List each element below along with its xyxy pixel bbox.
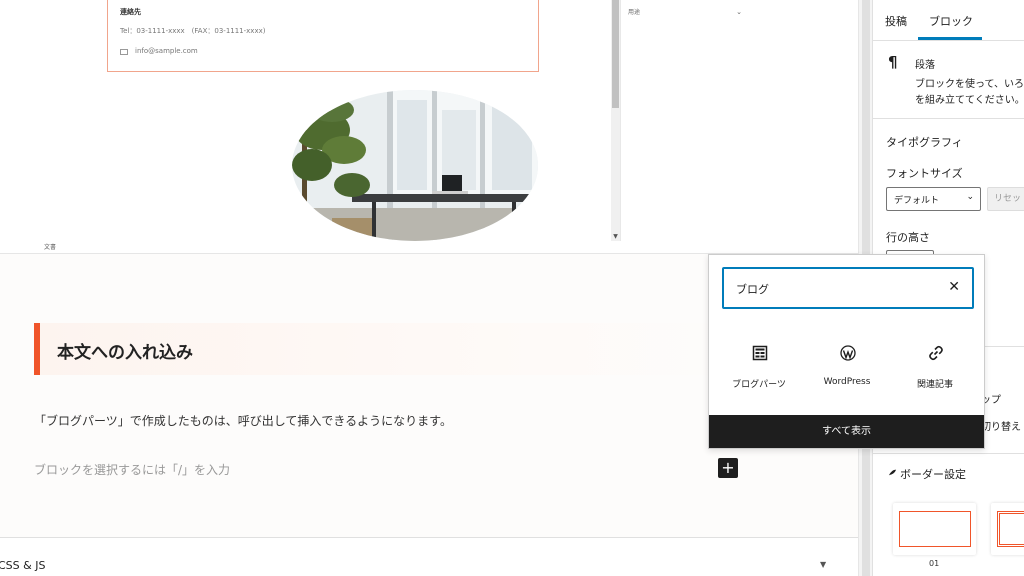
inserter-item-related-posts[interactable]: 関連記事 [890, 343, 980, 393]
office-photo [292, 90, 538, 241]
wordpress-icon [840, 345, 856, 361]
panel-label-partial: 切り替え [981, 422, 1021, 433]
show-all-button[interactable]: すべて表示 [709, 415, 984, 448]
font-size-select[interactable]: デフォルト ⌄ [886, 187, 981, 211]
heading-text[interactable]: 本文への入れ込み [57, 338, 193, 363]
border-style-preview [899, 511, 971, 547]
block-inserter-popover: ブログ ✕ ブログパーツ WordPress 関連記事 すべて表示 [708, 254, 985, 449]
block-description-line1: ブロックを使って、いろ [915, 79, 1024, 90]
inserter-item-label: WordPress [823, 377, 871, 387]
heading-block[interactable]: 本文への入れ込み [34, 323, 744, 375]
preview-side-panel: 用途 ⌄ [620, 0, 744, 241]
contact-heading: 連絡先 [120, 8, 141, 16]
divider [873, 40, 1024, 41]
css-js-panel[interactable]: CSS & JS ▼ [0, 537, 858, 576]
preview-scrollbar[interactable]: ▼ [611, 0, 620, 241]
border-style-option-01[interactable] [893, 503, 976, 555]
inserter-item-label: ブログパーツ [732, 380, 786, 390]
link-icon [929, 345, 943, 361]
preview-scroll-thumb[interactable] [612, 0, 619, 108]
border-style-option-label: 01 [929, 559, 940, 568]
divider [873, 118, 1024, 119]
add-block-button[interactable]: + [718, 458, 738, 478]
font-size-label: フォントサイズ [886, 167, 963, 180]
border-settings-title[interactable]: ボーダー設定 [900, 466, 966, 482]
contact-box: 連絡先 Tel：03-1111-xxxx (FAX：03-1111-xxxx) … [107, 0, 539, 72]
block-search-input[interactable]: ブログ ✕ [722, 267, 974, 309]
contact-email: info@sample.com [135, 47, 198, 55]
scroll-down-arrow-icon[interactable]: ▼ [612, 232, 619, 241]
border-style-preview [997, 511, 1024, 547]
font-size-reset-button[interactable]: リセット [987, 187, 1024, 211]
border-settings-icon [888, 469, 897, 476]
divider [873, 453, 1024, 454]
side-panel-label: 用途 [628, 9, 641, 16]
inserter-item-wordpress[interactable]: WordPress [802, 343, 892, 393]
border-style-option-02[interactable] [991, 503, 1024, 555]
css-js-panel-title[interactable]: CSS & JS [0, 559, 45, 572]
paragraph-icon: ¶ [888, 53, 898, 71]
blog-parts-icon [752, 345, 768, 361]
typography-panel-title[interactable]: タイポグラフィ [886, 134, 963, 150]
embedded-preview: 連絡先 Tel：03-1111-xxxx (FAX：03-1111-xxxx) … [0, 0, 858, 254]
block-type-title: 段落 [915, 60, 935, 71]
contact-tel: Tel：03-1111-xxxx (FAX：03-1111-xxxx) [120, 27, 266, 35]
paragraph-block[interactable]: 「ブログパーツ」で作成したものは、呼び出して挿入できるようになります。 [34, 412, 452, 429]
line-height-label: 行の高さ [886, 231, 930, 244]
tab-post[interactable]: 投稿 [885, 13, 907, 29]
document-label: 文書 [44, 244, 57, 251]
tab-block[interactable]: ブロック [929, 13, 973, 29]
font-size-select-value: デフォルト [894, 196, 940, 206]
inserter-item-blog-parts[interactable]: ブログパーツ [714, 343, 804, 393]
mail-icon [120, 49, 128, 55]
chevron-down-icon: ⌄ [966, 192, 974, 202]
block-search-value[interactable]: ブログ [736, 281, 769, 297]
block-description-line2: を組み立ててください。 [915, 95, 1024, 106]
chevron-down-icon[interactable]: ⌄ [736, 8, 742, 16]
caret-down-icon[interactable]: ▼ [820, 560, 826, 569]
close-icon[interactable]: ✕ [948, 279, 960, 295]
inserter-item-label: 関連記事 [916, 380, 953, 390]
empty-block-placeholder[interactable]: ブロックを選択するには「/」を入力 [34, 461, 230, 478]
